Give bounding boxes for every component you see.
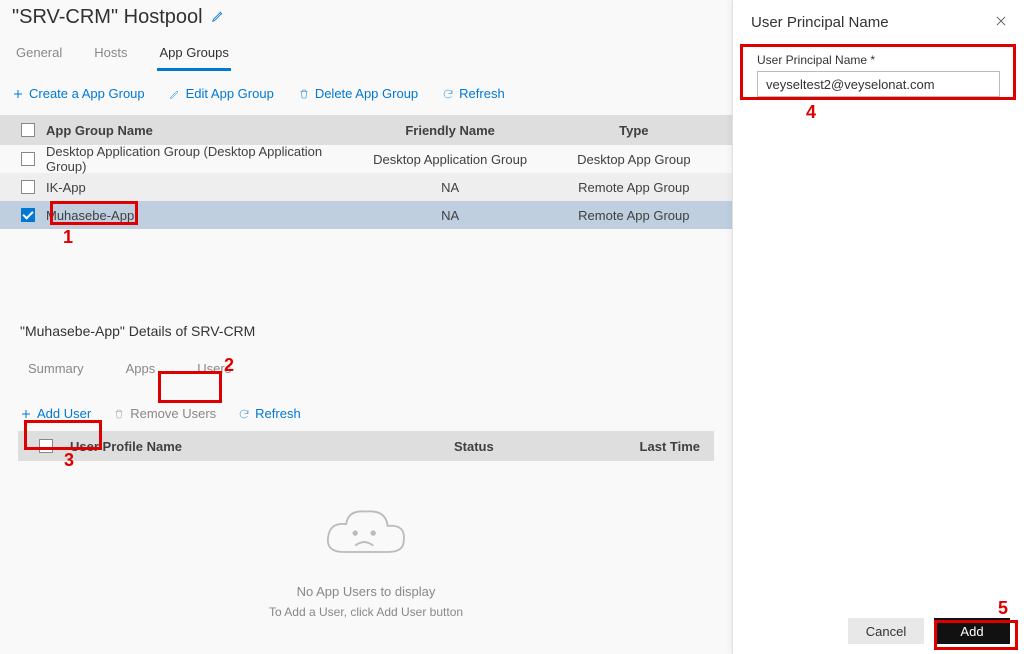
col-app-group-name: App Group Name: [46, 123, 355, 138]
users-refresh-label: Refresh: [255, 406, 301, 421]
page-title: "SRV-CRM" Hostpool: [12, 6, 203, 29]
trash-icon: [113, 408, 125, 420]
edit-app-group-button[interactable]: Edit App Group: [169, 86, 274, 101]
select-all-users-checkbox[interactable]: [39, 439, 53, 453]
row-checkbox[interactable]: [21, 152, 35, 166]
row-friendly: Desktop Application Group: [355, 152, 546, 167]
app-group-table-header: App Group Name Friendly Name Type: [0, 115, 732, 145]
refresh-label: Refresh: [459, 86, 505, 101]
upn-field-label: User Principal Name *: [757, 53, 1000, 67]
row-name: IK-App: [46, 180, 355, 195]
refresh-icon: [238, 408, 250, 420]
delete-app-group-label: Delete App Group: [315, 86, 418, 101]
select-all-checkbox[interactable]: [21, 123, 35, 137]
delete-app-group-button[interactable]: Delete App Group: [298, 86, 418, 101]
row-type: Remote App Group: [546, 180, 722, 195]
tab-apps[interactable]: Apps: [118, 357, 164, 382]
col-last-time: Last Time: [555, 439, 704, 454]
row-type: Remote App Group: [546, 208, 722, 223]
sad-cloud-icon: [321, 501, 411, 570]
details-title: "Muhasebe-App" Details of SRV-CRM: [18, 317, 714, 345]
edit-icon[interactable]: [211, 9, 225, 26]
row-friendly: NA: [355, 208, 546, 223]
table-row[interactable]: Muhasebe-App NA Remote App Group: [0, 201, 732, 229]
tab-summary[interactable]: Summary: [20, 357, 92, 382]
col-friendly-name: Friendly Name: [355, 123, 546, 138]
add-button[interactable]: Add: [934, 618, 1010, 644]
trash-icon: [298, 88, 310, 100]
tab-app-groups[interactable]: App Groups: [157, 39, 230, 71]
empty-message: No App Users to display: [297, 584, 436, 599]
plus-icon: [20, 408, 32, 420]
tab-general[interactable]: General: [14, 39, 64, 71]
refresh-icon: [442, 88, 454, 100]
row-name: Desktop Application Group (Desktop Appli…: [46, 144, 355, 174]
refresh-button[interactable]: Refresh: [442, 86, 505, 101]
create-app-group-button[interactable]: Create a App Group: [12, 86, 145, 101]
table-row[interactable]: IK-App NA Remote App Group: [0, 173, 732, 201]
row-name: Muhasebe-App: [46, 208, 355, 223]
row-checkbox[interactable]: [21, 180, 35, 194]
pencil-icon: [169, 88, 181, 100]
users-refresh-button[interactable]: Refresh: [238, 406, 301, 421]
remove-users-label: Remove Users: [130, 406, 216, 421]
col-status: Status: [393, 439, 555, 454]
row-type: Desktop App Group: [546, 152, 722, 167]
upn-input[interactable]: [757, 71, 1000, 97]
empty-hint: To Add a User, click Add User button: [269, 605, 463, 619]
tab-users[interactable]: Users: [189, 357, 239, 382]
edit-app-group-label: Edit App Group: [186, 86, 274, 101]
add-user-button[interactable]: Add User: [20, 406, 91, 421]
col-user-profile-name: User Profile Name: [64, 439, 393, 454]
cancel-button[interactable]: Cancel: [848, 618, 924, 644]
users-table-header: User Profile Name Status Last Time: [18, 431, 714, 461]
add-user-label: Add User: [37, 406, 91, 421]
table-row[interactable]: Desktop Application Group (Desktop Appli…: [0, 145, 732, 173]
panel-title: User Principal Name: [751, 14, 889, 31]
tab-hosts[interactable]: Hosts: [92, 39, 129, 71]
remove-users-button[interactable]: Remove Users: [113, 406, 216, 421]
user-principal-panel: User Principal Name User Principal Name …: [732, 0, 1024, 654]
col-type: Type: [546, 123, 722, 138]
row-checkbox[interactable]: [21, 208, 35, 222]
create-app-group-label: Create a App Group: [29, 86, 145, 101]
plus-icon: [12, 88, 24, 100]
row-friendly: NA: [355, 180, 546, 195]
close-icon[interactable]: [994, 14, 1008, 31]
